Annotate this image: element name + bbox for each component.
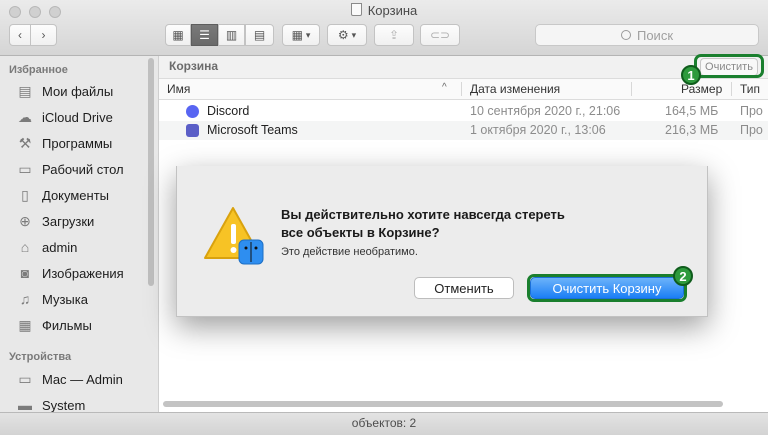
sidebar-item-admin[interactable]: ⌂ admin [17,236,78,258]
group-by-button[interactable]: ▦ ▾ [282,24,320,46]
column-divider[interactable] [631,82,632,96]
file-name: Microsoft Teams [207,123,298,137]
sidebar-item-my-files[interactable]: ▤ Мои файлы [17,80,113,102]
grid-icon: ▦ [172,28,184,42]
disk-icon: ▬ [18,397,32,412]
sidebar-scrollbar[interactable] [148,58,154,286]
chevron-left-icon: ‹ [18,28,22,42]
column-date[interactable]: Дата изменения [470,82,560,96]
sidebar-header-devices: Устройства [9,351,72,363]
step-badge-2: 2 [673,266,693,286]
sidebar-item-icloud[interactable]: ☁ iCloud Drive [17,106,113,128]
sidebar-item-music[interactable]: ♫ Музыка [17,288,88,310]
file-size: 216,3 МБ [665,123,719,137]
group-grid-icon: ▦ [291,28,303,42]
sort-chevron-icon[interactable]: ^ [442,82,447,93]
gear-icon: ⚙ [337,28,349,42]
my-files-icon: ▤ [18,82,32,99]
file-type: Про [740,104,763,118]
sidebar-item-system[interactable]: ▬ System [17,394,85,412]
search-icon [620,30,631,40]
horizontal-scrollbar[interactable] [163,401,723,407]
warning-icon [204,207,264,265]
status-bar: объектов: 2 [0,412,768,435]
music-note-icon: ♫ [19,291,31,307]
file-type: Про [740,123,763,137]
sidebar-header-favorites: Избранное [9,64,68,76]
search-placeholder: Поиск [636,27,674,43]
cancel-button[interactable]: Отменить [414,277,514,299]
forward-button[interactable]: › [31,24,57,46]
applications-icon: ⚒ [18,134,32,151]
sidebar-item-pictures[interactable]: ◙ Изображения [17,262,124,284]
folder-title: Корзина [169,59,219,73]
file-name: Discord [207,104,250,118]
dialog-info: Это действие необратимо. [281,246,418,258]
icon-view-button[interactable]: ▦ [165,24,191,46]
chevron-right-icon: › [41,28,46,42]
share-icon: ⇪ [388,28,400,42]
table-row[interactable]: Discord 10 сентября 2020 г., 21:06 164,5… [159,102,768,121]
cloud-icon: ☁ [18,108,32,125]
chevron-down-icon: ▾ [305,29,311,40]
sidebar-item-desktop[interactable]: ▭ Рабочий стол [17,158,123,180]
list-view-button[interactable]: ☰ [191,24,218,46]
column-header: Имя ^ Дата изменения Размер Тип [159,79,768,100]
column-name[interactable]: Имя [167,82,190,96]
dialog-message: Вы действительно хотите навсегда стереть… [281,207,565,240]
highlight-ring-empty [694,54,764,78]
share-button[interactable]: ⇪ [374,24,414,46]
step-badge-1: 1 [681,65,701,85]
discord-icon [186,105,199,118]
trash-icon [350,3,362,16]
documents-icon: ▯ [21,186,29,203]
action-menu-button[interactable]: ⚙ ▾ [327,24,367,46]
column-divider[interactable] [731,82,732,96]
column-view-button[interactable]: ▥ [218,24,245,46]
window-toolbar: Корзина ‹ › ▦ ☰ ▥ ▤ ▦ ▾ ⚙ ▾ ⇪ ⊂⊃ Поиск [0,0,768,56]
search-field[interactable]: Поиск [535,24,759,46]
sidebar-item-documents[interactable]: ▯ Документы [17,184,109,206]
column-divider[interactable] [461,82,462,96]
sidebar-item-applications[interactable]: ⚒ Программы [17,132,113,154]
tags-button[interactable]: ⊂⊃ [420,24,460,46]
column-type[interactable]: Тип [740,82,760,96]
downloads-icon: ⊕ [19,212,31,229]
highlight-ring-confirm [527,274,687,302]
trash-header-bar: Корзина Очистить [159,56,768,79]
file-date: 10 сентября 2020 г., 21:06 [470,104,621,118]
window-title: Корзина [0,3,768,18]
chevron-down-icon: ▾ [351,29,357,40]
back-button[interactable]: ‹ [9,24,31,46]
columns-icon: ▥ [225,28,238,42]
file-date: 1 октября 2020 г., 13:06 [470,123,606,137]
sidebar-item-downloads[interactable]: ⊕ Загрузки [17,210,94,232]
computer-icon: ▭ [18,370,32,387]
gallery-icon: ▤ [253,28,266,42]
desktop-icon: ▭ [18,160,32,177]
tag-icon: ⊂⊃ [429,28,451,42]
home-icon: ⌂ [20,239,30,255]
sidebar-item-mac[interactable]: ▭ Mac — Admin [17,368,123,390]
file-size: 164,5 МБ [665,104,719,118]
film-icon: ▦ [18,316,32,333]
teams-icon [186,124,199,137]
sidebar-item-movies[interactable]: ▦ Фильмы [17,314,91,336]
sidebar: Избранное ▤ Мои файлы ☁ iCloud Drive ⚒ Прог… [0,56,159,412]
list-icon: ☰ [199,28,210,42]
gallery-view-button[interactable]: ▤ [245,24,274,46]
table-row[interactable]: Microsoft Teams 1 октября 2020 г., 13:06… [159,121,768,140]
camera-icon: ◙ [20,265,30,281]
